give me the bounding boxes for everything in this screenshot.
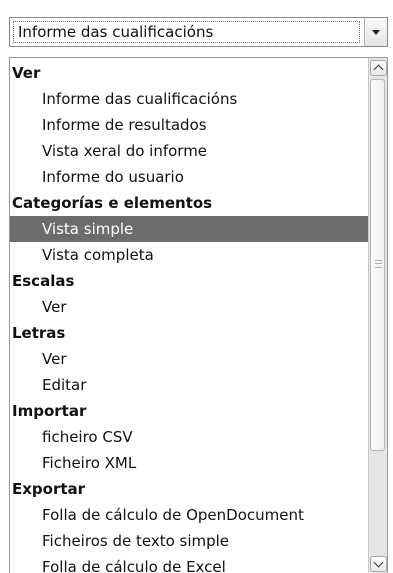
option-vista-simple[interactable]: Vista simple [10,216,369,242]
option-informe-de-resultados[interactable]: Informe de resultados [10,112,369,138]
dropdown-list[interactable]: Ver Informe das cualificacións Informe de … [9,57,388,573]
grip-icon [375,260,382,268]
optgroup-label-ver: Ver [12,64,41,82]
option-ver[interactable]: Ver [10,346,369,372]
optgroup-label-importar: Importar [12,402,87,420]
option-ficheiro-csv[interactable]: ficheiro CSV [10,424,369,450]
option-informe-do-usuario[interactable]: Informe do usuario [10,164,369,190]
option-folla-de-calculo-de-excel[interactable]: Folla de cálculo de Excel [10,554,369,573]
report-select-value[interactable]: Informe das cualificacións [13,21,360,43]
chevron-down-icon[interactable] [364,18,387,46]
option-editar[interactable]: Editar [10,372,369,398]
option-ver[interactable]: Ver [10,294,369,320]
chevron-down-icon[interactable] [370,556,387,572]
scrollbar-thumb[interactable] [370,79,385,451]
scrollbar[interactable] [368,58,387,573]
optgroup-label-categorias-e-elementos: Categorías e elementos [12,194,213,212]
optgroup-label-exportar: Exportar [12,480,86,498]
dropdown-options: Ver Informe das cualificacións Informe de … [10,60,369,573]
report-select[interactable]: Informe das cualificacións [9,17,388,47]
optgroup-label-escalas: Escalas [12,272,75,290]
option-ficheiro-xml[interactable]: Ficheiro XML [10,450,369,476]
optgroup-label-letras: Letras [12,324,66,342]
option-vista-completa[interactable]: Vista completa [10,242,369,268]
option-vista-xeral-do-informe[interactable]: Vista xeral do informe [10,138,369,164]
chevron-up-icon[interactable] [370,60,387,76]
option-ficheiros-de-texto-simple[interactable]: Ficheiros de texto simple [10,528,369,554]
option-folla-de-calculo-de-opendocument[interactable]: Folla de cálculo de OpenDocument [10,502,369,528]
option-informe-das-cualificacions[interactable]: Informe das cualificacións [10,86,369,112]
